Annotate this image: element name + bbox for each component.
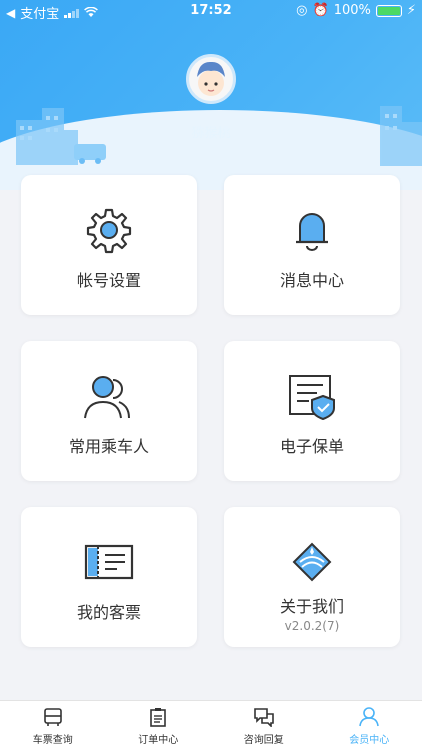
tab-order-center[interactable]: 订单中心 [106, 701, 212, 750]
battery-percent: 100% [333, 3, 371, 18]
card-label: 消息中心 [279, 271, 344, 290]
tab-label: 订单中心 [138, 735, 179, 746]
tab-ticket-search[interactable]: 车票查询 [0, 701, 106, 750]
gear-icon [86, 208, 132, 254]
bus-icon [43, 708, 62, 726]
frequent-passengers-card[interactable]: 常用乘车人 [21, 341, 197, 481]
tab-label: 会员中心 [349, 735, 390, 746]
card-label: 关于我们 [279, 597, 344, 616]
app-version: v2.0.2(7) [284, 619, 340, 633]
card-label: 电子保单 [279, 437, 344, 456]
avatar[interactable] [186, 54, 236, 104]
card-label: 我的客票 [76, 603, 141, 622]
card-label: 帐号设置 [76, 271, 141, 290]
tab-label: 车票查询 [32, 735, 73, 746]
insurance-policy-icon [289, 375, 335, 420]
card-label: 常用乘车人 [68, 437, 149, 456]
bell-icon [296, 213, 328, 251]
user-icon [359, 707, 380, 727]
about-us-card[interactable]: 关于我们 v2.0.2(7) [224, 507, 400, 647]
tab-consult-replies[interactable]: 咨询回复 [211, 701, 317, 750]
ticket-icon [84, 544, 134, 580]
message-center-card[interactable]: 消息中心 [224, 175, 400, 315]
chat-icon [253, 708, 274, 727]
status-bar: ◀ 支付宝 17:52 ◎ ⏰ 100% ⚡ [0, 0, 422, 24]
rotation-lock-icon: ◎ [296, 3, 308, 18]
passengers-icon [84, 376, 130, 419]
profile-header: 猕猴桃 [0, 0, 422, 190]
clipboard-icon [150, 708, 167, 727]
tab-label: 咨询回复 [243, 735, 284, 746]
alarm-icon: ⏰ [312, 3, 329, 18]
charging-icon: ⚡ [406, 3, 416, 18]
bottom-tab-bar: 车票查询 订单中心 咨询回复 会员中心 [0, 700, 422, 750]
e-policy-card[interactable]: 电子保单 [224, 341, 400, 481]
tab-member-center[interactable]: 会员中心 [317, 701, 422, 750]
username: 猕猴桃 [191, 126, 231, 141]
boy-avatar-icon [197, 61, 225, 96]
account-settings-card[interactable]: 帐号设置 [21, 175, 197, 315]
about-logo-icon [292, 542, 332, 582]
my-tickets-card[interactable]: 我的客票 [21, 507, 197, 647]
battery-icon [375, 4, 402, 17]
